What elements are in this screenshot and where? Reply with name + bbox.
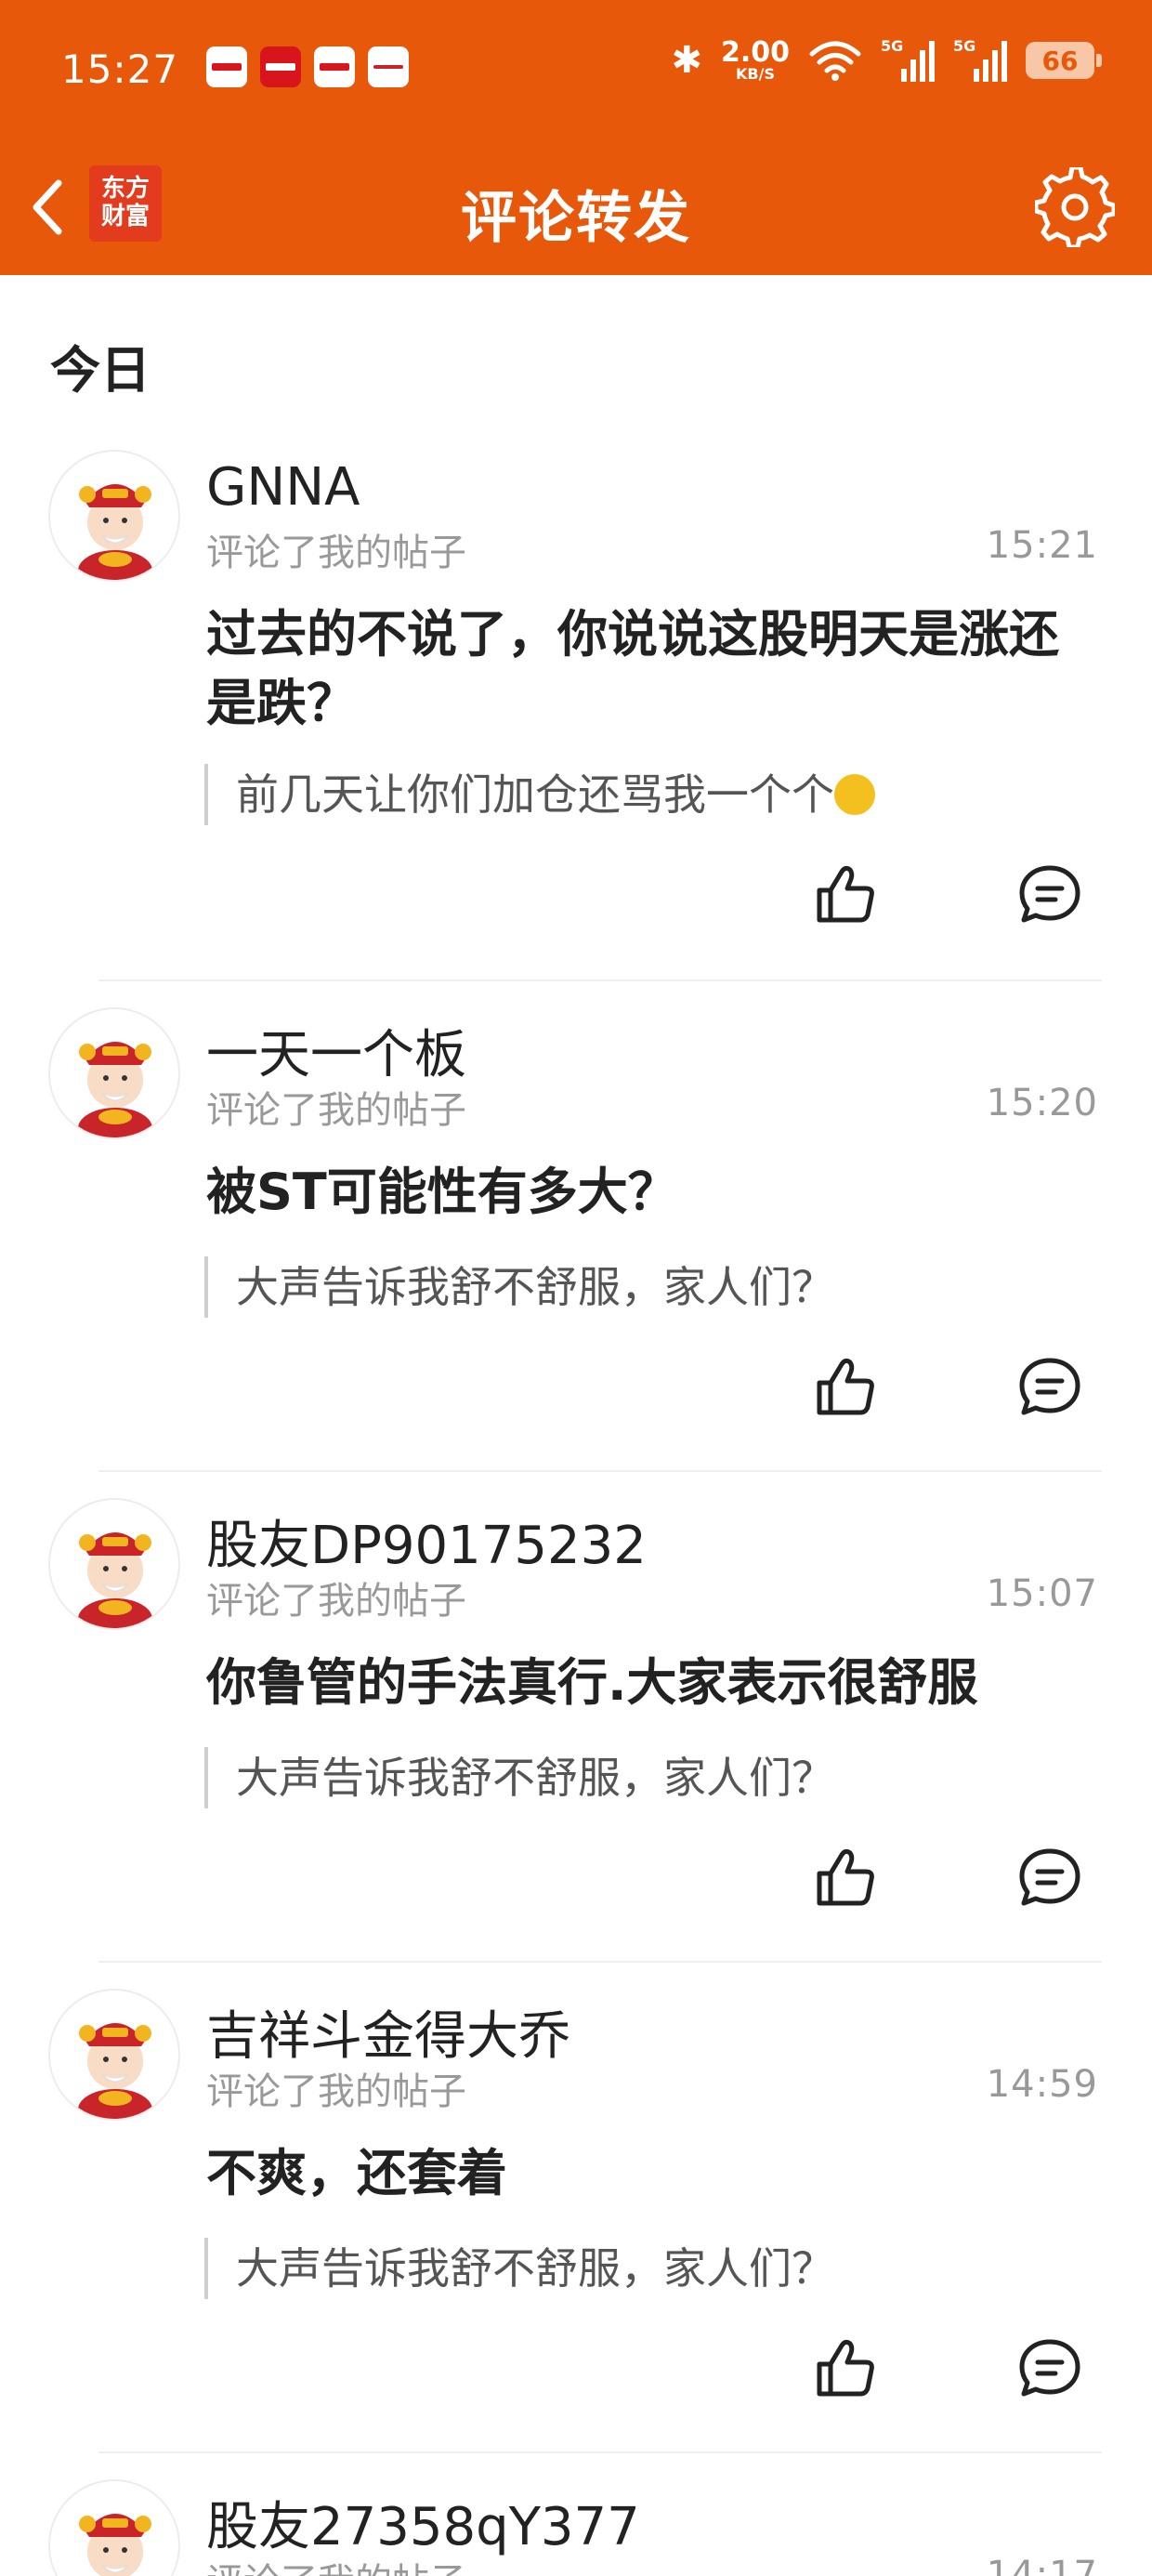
divider bbox=[98, 2451, 1102, 2453]
thumbs-up-icon bbox=[812, 2334, 879, 2401]
notification-item[interactable]: GNNA 评论了我的帖子 15:21 过去的不说了，你说说这股明天是涨还 是跌？… bbox=[0, 450, 1152, 979]
username[interactable]: 一天一个板 bbox=[206, 1013, 466, 1088]
comment-line: 是跌？ bbox=[206, 674, 357, 732]
timestamp: 15:20 bbox=[986, 1082, 1098, 1124]
pay-app-notification-icon bbox=[314, 46, 355, 87]
comment-text[interactable]: 你鲁管的手法真行.大家表示很舒服 bbox=[206, 1649, 1098, 1717]
username[interactable]: 股友27358qY377 bbox=[206, 2485, 640, 2560]
divider bbox=[98, 979, 1102, 981]
signal-1-label: 5G bbox=[881, 37, 904, 55]
settings-button[interactable] bbox=[1033, 164, 1117, 250]
username[interactable]: GNNA bbox=[206, 457, 360, 518]
comment-bubble-icon bbox=[1016, 861, 1083, 927]
like-button[interactable] bbox=[812, 1353, 879, 1420]
reply-button[interactable] bbox=[1016, 2334, 1083, 2401]
reply-button[interactable] bbox=[1016, 1844, 1083, 1911]
timestamp: 15:21 bbox=[986, 524, 1098, 567]
quoted-post-text: 大声告诉我舒不舒服，家人们？ bbox=[236, 1753, 834, 1803]
quoted-post-text: 大声告诉我舒不舒服，家人们？ bbox=[236, 1262, 834, 1312]
reply-button[interactable] bbox=[1016, 861, 1083, 927]
page-title: 评论转发 bbox=[461, 186, 691, 251]
comment-line: 不爽，还套着 bbox=[206, 2144, 507, 2202]
network-speed-unit: KB/S bbox=[736, 65, 775, 83]
quoted-post-text: 前几天让你们加仓还骂我一个个 bbox=[236, 769, 834, 820]
comment-line: 过去的不说了，你说说这股明天是涨还 bbox=[206, 605, 1059, 664]
like-button[interactable] bbox=[812, 1844, 879, 1911]
comment-text[interactable]: 不爽，还套着 bbox=[206, 2139, 1098, 2208]
action-text: 评论了我的帖子 bbox=[206, 1089, 466, 1132]
notification-item[interactable]: 股友27358qY377 评论了我的帖子 14:17 bbox=[0, 2479, 1152, 2576]
network-speed-value: 2.00 bbox=[720, 36, 790, 69]
comment-text[interactable]: 被ST可能性有多大？ bbox=[206, 1158, 1098, 1227]
notification-icons bbox=[206, 46, 409, 87]
avatar[interactable] bbox=[48, 2479, 180, 2576]
quoted-post[interactable]: 大声告诉我舒不舒服，家人们？ bbox=[204, 2238, 834, 2299]
stock-app-notification-icon bbox=[206, 46, 247, 87]
action-text: 评论了我的帖子 bbox=[206, 2070, 466, 2113]
like-button[interactable] bbox=[812, 861, 879, 927]
gear-icon bbox=[1033, 164, 1117, 250]
bluetooth-icon: ✱ bbox=[671, 39, 702, 82]
avatar[interactable] bbox=[48, 1989, 180, 2121]
network-speed: 2.00 KB/S bbox=[721, 39, 790, 82]
timestamp: 14:17 bbox=[986, 2554, 1098, 2576]
avatar[interactable] bbox=[48, 1007, 180, 1139]
thumbs-up-icon bbox=[812, 861, 879, 927]
comment-line: 被ST可能性有多大？ bbox=[206, 1163, 678, 1221]
username[interactable]: 股友DP90175232 bbox=[206, 1504, 647, 1579]
signal-2-label: 5G bbox=[953, 37, 976, 55]
section-title-today: 今日 bbox=[50, 341, 151, 400]
timestamp: 15:07 bbox=[986, 1572, 1098, 1615]
notification-item[interactable]: 吉祥斗金得大乔 评论了我的帖子 14:59 不爽，还套着 大声告诉我舒不舒服，家… bbox=[0, 1989, 1152, 2453]
comment-bubble-icon bbox=[1016, 2334, 1083, 2401]
chart-app-notification-icon bbox=[260, 46, 301, 87]
avatar[interactable] bbox=[48, 450, 180, 582]
thumbs-up-icon bbox=[812, 1353, 879, 1420]
laughing-emoji-icon bbox=[834, 773, 875, 815]
notification-item[interactable]: 一天一个板 评论了我的帖子 15:20 被ST可能性有多大？ 大声告诉我舒不舒服… bbox=[0, 1007, 1152, 1472]
wifi-icon bbox=[809, 41, 861, 81]
action-text: 评论了我的帖子 bbox=[206, 2552, 466, 2576]
quoted-post[interactable]: 前几天让你们加仓还骂我一个个 bbox=[204, 764, 875, 825]
battery-icon: 66 bbox=[1026, 42, 1102, 79]
status-bar: 15:27 ✱ 2.00 KB/S 5G 5G 66 bbox=[0, 0, 1152, 139]
status-time: 15:27 bbox=[61, 46, 179, 92]
reply-button[interactable] bbox=[1016, 1353, 1083, 1420]
action-text: 评论了我的帖子 bbox=[206, 532, 466, 574]
timestamp: 14:59 bbox=[986, 2063, 1098, 2106]
header-bar: 东方 财富 评论转发 bbox=[0, 139, 1152, 275]
thumbs-up-icon bbox=[812, 1844, 879, 1911]
comment-text[interactable]: 过去的不说了，你说说这股明天是涨还 是跌？ bbox=[206, 600, 1098, 738]
quoted-post-text: 大声告诉我舒不舒服，家人们？ bbox=[236, 2243, 834, 2293]
comment-bubble-icon bbox=[1016, 1844, 1083, 1911]
avatar[interactable] bbox=[48, 1498, 180, 1630]
news-app-notification-icon bbox=[368, 46, 409, 87]
comment-bubble-icon bbox=[1016, 1353, 1083, 1420]
comment-line: 你鲁管的手法真行.大家表示很舒服 bbox=[206, 1653, 978, 1712]
divider bbox=[98, 1470, 1102, 1472]
notification-item[interactable]: 股友DP90175232 评论了我的帖子 15:07 你鲁管的手法真行.大家表示… bbox=[0, 1498, 1152, 1963]
battery-level: 66 bbox=[1041, 45, 1079, 76]
divider bbox=[98, 1961, 1102, 1963]
username[interactable]: 吉祥斗金得大乔 bbox=[206, 1994, 570, 2070]
quoted-post[interactable]: 大声告诉我舒不舒服，家人们？ bbox=[204, 1747, 834, 1808]
signal-icon-2: 5G bbox=[953, 37, 1007, 84]
signal-icon-1: 5G bbox=[881, 37, 935, 84]
action-text: 评论了我的帖子 bbox=[206, 1580, 466, 1623]
like-button[interactable] bbox=[812, 2334, 879, 2401]
quoted-post[interactable]: 大声告诉我舒不舒服，家人们？ bbox=[204, 1256, 834, 1318]
